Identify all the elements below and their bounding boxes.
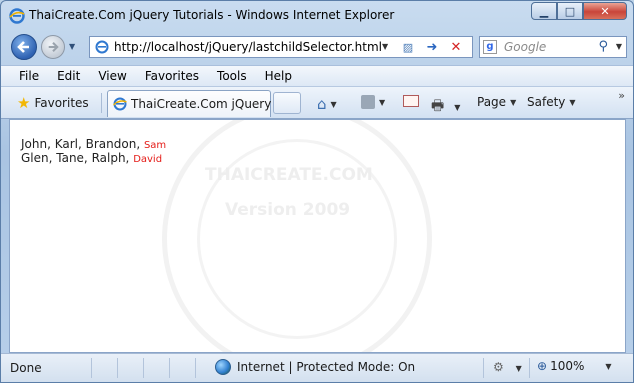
search-dropdown-icon[interactable]: ▼ (616, 42, 622, 51)
print-button[interactable]: 🖶 ▼ (431, 95, 460, 119)
divider (483, 358, 484, 378)
tab-active[interactable]: ThaiCreate.Com jQuery ... (107, 90, 287, 117)
print-dropdown-icon[interactable]: ▼ (454, 103, 460, 112)
status-text: Done (10, 361, 42, 375)
forward-arrow-icon (48, 41, 59, 53)
search-icon[interactable]: ⚲ (598, 39, 608, 54)
close-icon: ✕ (600, 4, 610, 18)
caption-buttons: ▁ □ ✕ (531, 2, 627, 20)
protected-mode-button[interactable]: ⚙ ▼ (493, 360, 522, 374)
page-icon (95, 40, 109, 54)
divider (101, 93, 102, 113)
page-dropdown-icon: ▼ (510, 97, 517, 107)
page-menu-button[interactable]: Page ▼ (477, 95, 516, 109)
maximize-icon: □ (564, 4, 576, 18)
safety-label: Safety (527, 95, 566, 109)
window-title: ThaiCreate.Com jQuery Tutorials - Window… (29, 8, 395, 22)
url-text[interactable]: http://localhost/jQuery/lastchildSelecto… (114, 40, 382, 54)
read-mail-button[interactable] (403, 95, 419, 107)
minimize-icon: ▁ (539, 4, 549, 18)
zone-label: Internet | Protected Mode: On (237, 360, 416, 374)
favorites-command-bar: ★ Favorites ThaiCreate.Com jQuery ... ⌂ … (1, 87, 633, 119)
stop-button[interactable]: ✕ (446, 38, 466, 56)
go-button[interactable]: ➜ (422, 38, 442, 56)
page-label: Page (477, 95, 507, 109)
maximize-button[interactable]: □ (557, 2, 583, 20)
watermark-seal (162, 120, 432, 352)
menu-view[interactable]: View (89, 69, 135, 83)
title-bar[interactable]: ThaiCreate.Com jQuery Tutorials - Window… (1, 1, 633, 31)
zoom-dropdown-icon: ▼ (605, 361, 612, 371)
recent-pages-dropdown-icon[interactable]: ▼ (69, 42, 75, 51)
home-dropdown-icon[interactable]: ▼ (331, 100, 337, 109)
home-icon: ⌂ (317, 95, 327, 113)
watermark-line-2: Version 2009 (225, 200, 351, 220)
divider (143, 358, 144, 378)
compatibility-view-button[interactable]: ▨ (398, 38, 418, 56)
search-input[interactable]: Google (504, 40, 546, 54)
globe-icon (215, 359, 231, 375)
menu-tools[interactable]: Tools (208, 69, 256, 83)
browser-window: ThaiCreate.Com jQuery Tutorials - Window… (0, 0, 634, 383)
name-list-1: John, Karl, Brandon, Sam (21, 137, 166, 151)
menu-favorites[interactable]: Favorites (136, 69, 208, 83)
menu-bar: File Edit View Favorites Tools Help (1, 65, 633, 87)
rss-feed-icon (361, 95, 375, 109)
mail-icon (403, 95, 419, 107)
last-child-highlight: David (133, 154, 163, 165)
divider (195, 358, 196, 378)
safety-menu-button[interactable]: Safety ▼ (527, 95, 576, 109)
page-content: THAICREATE.COM Version 2009 John, Karl, … (9, 119, 626, 353)
ie-icon (9, 8, 25, 24)
settings-icon: ⚙ (493, 360, 504, 374)
feeds-button[interactable]: ▼ (361, 95, 385, 109)
safety-dropdown-icon: ▼ (569, 97, 576, 107)
last-child-highlight: Sam (143, 140, 167, 151)
address-dropdown-icon[interactable]: ▼ (382, 42, 388, 51)
security-zone[interactable]: Internet | Protected Mode: On (215, 359, 415, 375)
favorites-button[interactable]: ★ Favorites (17, 94, 89, 112)
stop-icon: ✕ (450, 39, 462, 55)
forward-button[interactable] (41, 35, 65, 59)
ie-icon (113, 97, 127, 111)
status-bar: Done Internet | Protected Mode: On ⚙ ▼ ⊕… (1, 353, 633, 382)
favorites-label: Favorites (34, 96, 89, 110)
name-list-2: Glen, Tane, Ralph, David (21, 151, 162, 165)
zoom-control[interactable]: ⊕ 100% ▼ (537, 359, 612, 373)
menu-file[interactable]: File (1, 69, 48, 83)
more-tools-chevron-icon[interactable]: » (618, 89, 625, 102)
list-text: John, Karl, Brandon, (21, 137, 144, 151)
close-button[interactable]: ✕ (583, 2, 627, 20)
divider (529, 358, 530, 378)
tab-label: ThaiCreate.Com jQuery ... (131, 97, 287, 111)
zoom-level: 100% (550, 359, 585, 373)
go-arrow-icon: ➜ (426, 39, 438, 55)
compatibility-icon: ▨ (402, 40, 414, 54)
divider (91, 358, 92, 378)
search-box[interactable]: g Google ⚲ ▼ (479, 36, 627, 58)
new-tab-button[interactable] (273, 92, 301, 114)
list-text: Glen, Tane, Ralph, (21, 151, 134, 165)
divider (169, 358, 170, 378)
google-icon: g (483, 40, 497, 54)
back-button[interactable] (11, 34, 37, 60)
menu-edit[interactable]: Edit (48, 69, 89, 83)
menu-help[interactable]: Help (256, 69, 301, 83)
feeds-dropdown-icon[interactable]: ▼ (379, 98, 385, 107)
settings-dropdown-icon: ▼ (515, 364, 522, 373)
address-bar[interactable]: http://localhost/jQuery/lastchildSelecto… (89, 36, 473, 58)
back-arrow-icon (17, 41, 29, 53)
address-row: ▼ http://localhost/jQuery/lastchildSelec… (1, 31, 633, 65)
printer-icon: 🖶 (431, 98, 445, 114)
watermark-line-1: THAICREATE.COM (205, 165, 373, 185)
minimize-button[interactable]: ▁ (531, 2, 557, 20)
zoom-icon: ⊕ (537, 359, 548, 373)
home-button[interactable]: ⌂ ▼ (317, 95, 337, 113)
favorites-star-icon: ★ (17, 94, 31, 112)
divider (117, 358, 118, 378)
